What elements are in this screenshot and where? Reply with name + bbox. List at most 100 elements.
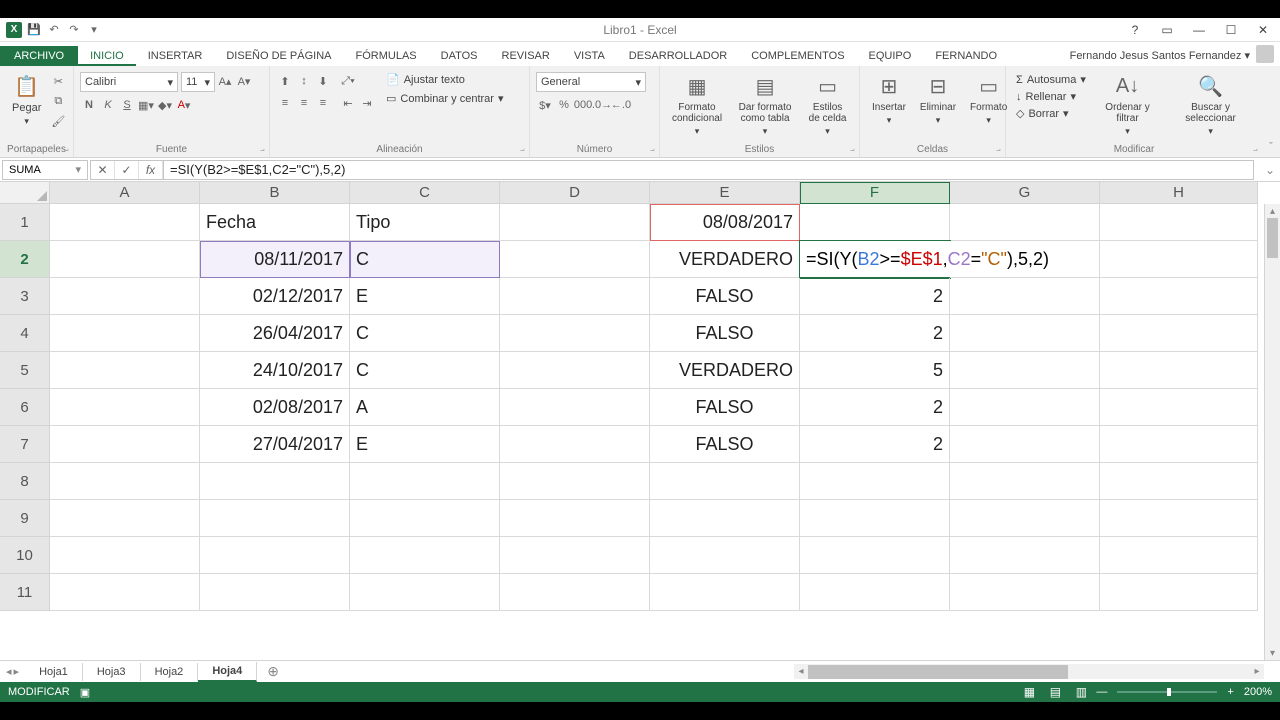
macro-record-icon[interactable]: ▣	[80, 686, 90, 699]
expand-formula-bar-icon[interactable]: ⌄	[1260, 163, 1280, 177]
cell-H4[interactable]	[1100, 315, 1258, 352]
cell-H5[interactable]	[1100, 352, 1258, 389]
col-header-A[interactable]: A	[50, 182, 200, 204]
col-header-G[interactable]: G	[950, 182, 1100, 204]
format-table-button[interactable]: ▤Dar formato como tabla▾	[730, 68, 800, 141]
cell-F2-editing[interactable]: =SI(Y(B2>=$E$1,C2="C"),5,2)	[800, 241, 950, 278]
decrease-decimal-icon[interactable]: ←.0	[612, 96, 630, 114]
cut-icon[interactable]: ✂	[49, 72, 67, 90]
cell-F4[interactable]: 2	[800, 315, 950, 352]
accept-formula-icon[interactable]: ✓	[115, 161, 139, 179]
cell-B2[interactable]: 08/11/2017	[200, 241, 350, 278]
cell-F6[interactable]: 2	[800, 389, 950, 426]
font-family-select[interactable]: Calibri▾	[80, 72, 178, 92]
comma-icon[interactable]: 000	[574, 96, 592, 114]
row-header-7[interactable]: 7	[0, 426, 50, 463]
spreadsheet-grid[interactable]: A B C D E F G H 1 Fecha Tipo 08/08/2017	[0, 182, 1280, 660]
indent-increase-icon[interactable]: ⇥	[358, 94, 376, 112]
row-header-9[interactable]: 9	[0, 500, 50, 537]
view-page-break-icon[interactable]: ▥	[1070, 684, 1092, 700]
bold-icon[interactable]: N	[80, 96, 98, 114]
cell-E5[interactable]: VERDADERO	[650, 352, 800, 389]
col-header-E[interactable]: E	[650, 182, 800, 204]
border-icon[interactable]: ▦▾	[137, 96, 155, 114]
shrink-font-icon[interactable]: A▾	[235, 72, 253, 90]
cell-C6[interactable]: A	[350, 389, 500, 426]
vscroll-thumb[interactable]	[1267, 218, 1278, 258]
cell-E1[interactable]: 08/08/2017	[650, 204, 800, 241]
sheet-nav-first-icon[interactable]: ◂	[6, 665, 12, 678]
row-header-6[interactable]: 6	[0, 389, 50, 426]
col-header-B[interactable]: B	[200, 182, 350, 204]
cell-F1[interactable]	[800, 204, 950, 241]
number-format-select[interactable]: General▾	[536, 72, 646, 92]
zoom-out-icon[interactable]: —	[1096, 686, 1107, 698]
percent-icon[interactable]: %	[555, 96, 573, 114]
help-icon[interactable]: ?	[1122, 21, 1148, 39]
tab-datos[interactable]: DATOS	[429, 46, 490, 66]
save-icon[interactable]: 💾	[26, 22, 42, 38]
cancel-formula-icon[interactable]: ✕	[91, 161, 115, 179]
font-size-select[interactable]: 11▾	[181, 72, 215, 92]
cell-G5[interactable]	[950, 352, 1100, 389]
paste-button[interactable]: 📋 Pegar ▾	[6, 68, 47, 131]
cell-A3[interactable]	[50, 278, 200, 315]
cell-H1[interactable]	[1100, 204, 1258, 241]
minimize-icon[interactable]: —	[1186, 21, 1212, 39]
autosum-button[interactable]: Σ Autosuma ▾	[1012, 72, 1090, 87]
cell-F5[interactable]: 5	[800, 352, 950, 389]
cell-B3[interactable]: 02/12/2017	[200, 278, 350, 315]
tab-formulas[interactable]: FÓRMULAS	[344, 46, 429, 66]
redo-icon[interactable]: ↷	[66, 22, 82, 38]
col-header-H[interactable]: H	[1100, 182, 1258, 204]
name-box[interactable]: SUMA	[2, 160, 88, 180]
tab-revisar[interactable]: REVISAR	[490, 46, 562, 66]
increase-decimal-icon[interactable]: .0→	[593, 96, 611, 114]
cell-A2[interactable]	[50, 241, 200, 278]
ribbon-options-icon[interactable]: ▭	[1154, 21, 1180, 39]
cell-A1[interactable]	[50, 204, 200, 241]
cell-A4[interactable]	[50, 315, 200, 352]
zoom-in-icon[interactable]: +	[1227, 686, 1233, 698]
cell-styles-button[interactable]: ▭Estilos de celda▾	[802, 68, 853, 141]
cell-B5[interactable]: 24/10/2017	[200, 352, 350, 389]
cell-B6[interactable]: 02/08/2017	[200, 389, 350, 426]
zoom-slider[interactable]	[1117, 691, 1217, 693]
cell-D5[interactable]	[500, 352, 650, 389]
tab-desarrollador[interactable]: DESARROLLADOR	[617, 46, 739, 66]
conditional-format-button[interactable]: ▦Formato condicional▾	[666, 68, 728, 141]
grow-font-icon[interactable]: A▴	[216, 72, 234, 90]
cell-E6[interactable]: FALSO	[650, 389, 800, 426]
row-header-2[interactable]: 2	[0, 241, 50, 278]
cell-C7[interactable]: E	[350, 426, 500, 463]
cell-B1[interactable]: Fecha	[200, 204, 350, 241]
row-header-11[interactable]: 11	[0, 574, 50, 611]
wrap-text-button[interactable]: 📄 Ajustar texto	[382, 72, 507, 87]
cell-G3[interactable]	[950, 278, 1100, 315]
cell-D1[interactable]	[500, 204, 650, 241]
row-header-4[interactable]: 4	[0, 315, 50, 352]
cell-C3[interactable]: E	[350, 278, 500, 315]
sheet-tab-hoja2[interactable]: Hoja2	[141, 663, 199, 681]
cell-F7[interactable]: 2	[800, 426, 950, 463]
copy-icon[interactable]: ⧉	[49, 92, 67, 110]
cell-A7[interactable]	[50, 426, 200, 463]
cell-C2[interactable]: C	[350, 241, 500, 278]
cell-E2[interactable]: VERDADERO	[650, 241, 800, 278]
cell-G4[interactable]	[950, 315, 1100, 352]
col-header-F[interactable]: F	[800, 182, 950, 204]
cell-A5[interactable]	[50, 352, 200, 389]
cell-H3[interactable]	[1100, 278, 1258, 315]
fx-icon[interactable]: fx	[139, 161, 163, 179]
tab-insertar[interactable]: INSERTAR	[136, 46, 215, 66]
undo-icon[interactable]: ↶	[46, 22, 62, 38]
align-top-icon[interactable]: ⬆	[276, 72, 294, 90]
maximize-icon[interactable]: ☐	[1218, 21, 1244, 39]
cell-D7[interactable]	[500, 426, 650, 463]
tab-complementos[interactable]: COMPLEMENTOS	[739, 46, 856, 66]
cell-D4[interactable]	[500, 315, 650, 352]
add-sheet-icon[interactable]: ⊕	[257, 663, 289, 680]
row-header-3[interactable]: 3	[0, 278, 50, 315]
cell-H2[interactable]	[1100, 241, 1258, 278]
cell-G1[interactable]	[950, 204, 1100, 241]
